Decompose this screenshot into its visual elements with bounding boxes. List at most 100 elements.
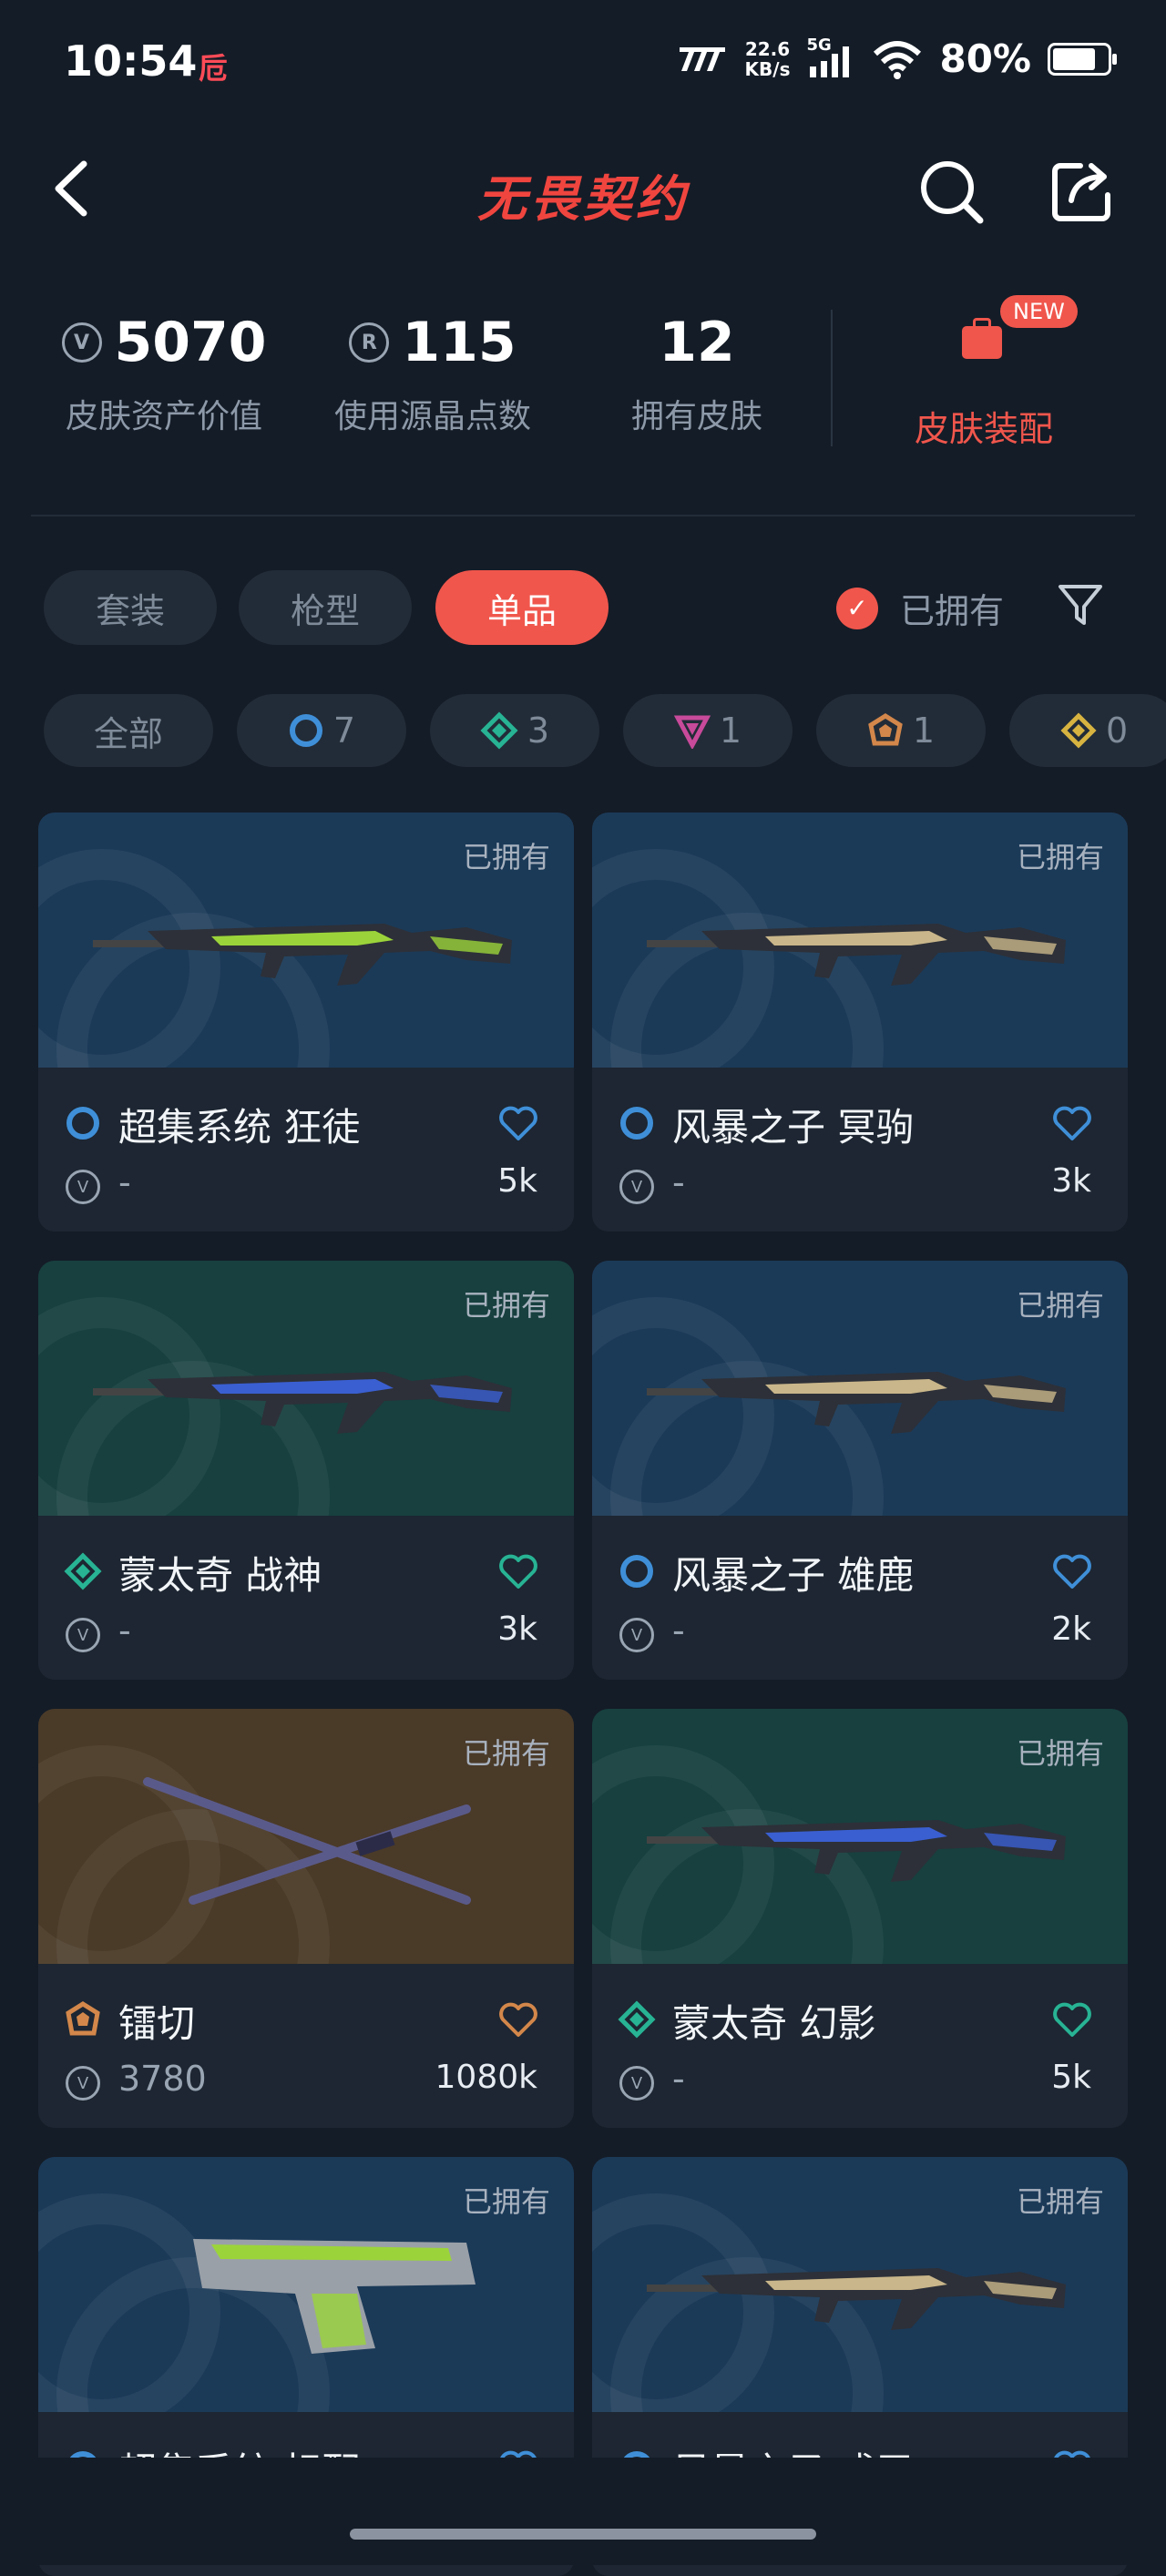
skin-card-4[interactable]: 已拥有 风暴之子 雄鹿 V - 2k	[592, 1261, 1128, 1680]
wifi-icon	[874, 40, 922, 79]
filter-icon[interactable]	[1057, 581, 1104, 629]
skin-likes: 3k	[1051, 1162, 1091, 1200]
skin-image: 已拥有	[38, 1709, 574, 1964]
rarity-icon	[66, 2001, 100, 2036]
skins-owned-value: 12	[659, 311, 735, 374]
heart-icon[interactable]	[497, 1554, 539, 1590]
app-notification-icon: 卮	[199, 51, 229, 86]
skin-card-3[interactable]: 已拥有 蒙太奇 战神 V - 3k	[38, 1261, 574, 1680]
select-count: 7	[332, 710, 356, 751]
status-bar: 10:54 卮 22.6 KB/s 5G 80%	[0, 0, 1166, 128]
home-indicator[interactable]	[350, 2529, 816, 2540]
premium-count: 1	[719, 710, 742, 751]
rarity-filter-ultra[interactable]: 0	[1009, 694, 1166, 767]
net-speed: 22.6 KB/s	[745, 39, 791, 79]
skin-card-5[interactable]: 已拥有 镭切 V 3780 1080k	[38, 1709, 574, 2128]
skin-likes: 5k	[497, 1162, 537, 1200]
valorant-points-icon: V	[66, 1618, 100, 1652]
skin-info: 风暴之子 雄鹿 V - 2k	[592, 1516, 1128, 1680]
rarity-icon	[620, 1107, 653, 1140]
skin-name: 蒙太奇 战神	[118, 1553, 322, 1598]
skin-info: 蒙太奇 战神 V - 3k	[38, 1516, 574, 1680]
deluxe-count: 3	[527, 710, 550, 751]
stat-skins-owned: 12 拥有皮肤	[601, 304, 793, 437]
search-button[interactable]	[916, 157, 986, 226]
stats-panel: V 5070 皮肤资产价值 R 115 使用源晶点数 12 拥有皮肤 NEW 皮肤装…	[0, 291, 1166, 455]
weapon-render	[143, 1777, 471, 1905]
rarity-filter-exclusive[interactable]: 1	[816, 694, 986, 767]
stat-asset-value: V 5070 皮肤资产价值	[46, 304, 282, 437]
section-divider	[31, 515, 1135, 516]
radianite-label: 使用源晶点数	[333, 398, 531, 435]
skin-name: 蒙太奇 幻影	[672, 2001, 876, 2046]
radianite-icon: R	[349, 322, 390, 363]
page-title: 无畏契约	[477, 170, 689, 228]
tab-sets[interactable]: 套装	[44, 570, 217, 645]
weapon-render	[647, 1820, 1066, 1882]
radianite-value: 115	[402, 311, 517, 374]
skin-card-6[interactable]: 已拥有 蒙太奇 幻影 V - 5k	[592, 1709, 1128, 2128]
app-header: 无畏契约	[0, 146, 1166, 237]
weapon-render	[647, 1372, 1066, 1434]
skin-info: 蒙太奇 幻影 V - 5k	[592, 1964, 1128, 2128]
valorant-points-icon: V	[66, 1170, 100, 1204]
clock: 10:54	[64, 36, 198, 86]
weapon-render	[647, 924, 1066, 986]
deluxe-tier-icon	[480, 711, 518, 750]
heart-icon[interactable]	[497, 1106, 539, 1142]
rarity-icon	[64, 1552, 102, 1590]
stats-divider	[831, 310, 833, 446]
heart-icon[interactable]	[1051, 1106, 1093, 1142]
valorant-points-icon: V	[61, 322, 102, 363]
briefcase-icon	[962, 318, 1002, 359]
rarity-icon	[66, 1107, 99, 1140]
tab-items[interactable]: 单品	[435, 570, 609, 645]
skin-image: 已拥有	[592, 1709, 1128, 1964]
signal-brand-icon	[679, 46, 725, 71]
checkmark-icon: ✓	[836, 587, 878, 629]
weapon-render	[647, 2268, 1066, 2330]
net-speed-unit: KB/s	[744, 57, 791, 80]
skin-info: 镭切 V 3780 1080k	[38, 1964, 574, 2128]
skin-price: -	[672, 2059, 685, 2099]
new-badge: NEW	[1000, 295, 1078, 328]
rarity-filter-deluxe[interactable]: 3	[430, 694, 599, 767]
rarity-filter-premium[interactable]: 1	[623, 694, 793, 767]
skin-image: 已拥有	[38, 813, 574, 1068]
skin-name: 镭切	[118, 2001, 196, 2046]
skin-image: 已拥有	[592, 2157, 1128, 2412]
rarity-icon	[618, 2000, 656, 2039]
owned-label: 已拥有	[1016, 840, 1104, 874]
battery-percent: 80%	[939, 36, 1031, 81]
owned-label: 已拥有	[1016, 2184, 1104, 2219]
weapon-render	[93, 924, 512, 986]
skin-loadout-button[interactable]: NEW 皮肤装配	[856, 291, 1111, 455]
owned-filter-toggle[interactable]: ✓ 已拥有	[836, 583, 1004, 633]
ultra-count: 0	[1106, 710, 1129, 751]
select-tier-icon	[289, 714, 322, 747]
skin-image: 已拥有	[38, 2157, 574, 2412]
heart-icon[interactable]	[1051, 2002, 1093, 2039]
owned-label: 已拥有	[462, 840, 550, 874]
valorant-points-icon: V	[619, 1170, 654, 1204]
exclusive-count: 1	[912, 710, 936, 751]
share-button[interactable]	[1048, 157, 1117, 226]
skin-price: -	[672, 1162, 685, 1202]
owned-label: 已拥有	[1016, 1288, 1104, 1323]
valorant-points-icon: V	[619, 2066, 654, 2101]
heart-icon[interactable]	[497, 2002, 539, 2039]
heart-icon[interactable]	[1051, 1554, 1093, 1590]
loadout-label: 皮肤装配	[914, 409, 1053, 449]
skin-card-1[interactable]: 已拥有 超集系统 狂徒 V - 5k	[38, 813, 574, 1232]
skin-price: 3780	[118, 2059, 207, 2099]
owned-label: 已拥有	[462, 2184, 550, 2219]
net-speed-value: 22.6	[744, 37, 791, 60]
tab-weapon-type[interactable]: 枪型	[239, 570, 412, 645]
skin-name: 风暴之子 冥驹	[672, 1105, 915, 1150]
skin-card-2[interactable]: 已拥有 风暴之子 冥驹 V - 3k	[592, 813, 1128, 1232]
skin-likes: 5k	[1051, 2059, 1091, 2096]
premium-tier-icon	[673, 715, 711, 749]
rarity-filter-all[interactable]: 全部	[44, 694, 213, 767]
rarity-filter-select[interactable]: 7	[237, 694, 406, 767]
status-icons: 22.6 KB/s 5G 80%	[678, 36, 1117, 81]
